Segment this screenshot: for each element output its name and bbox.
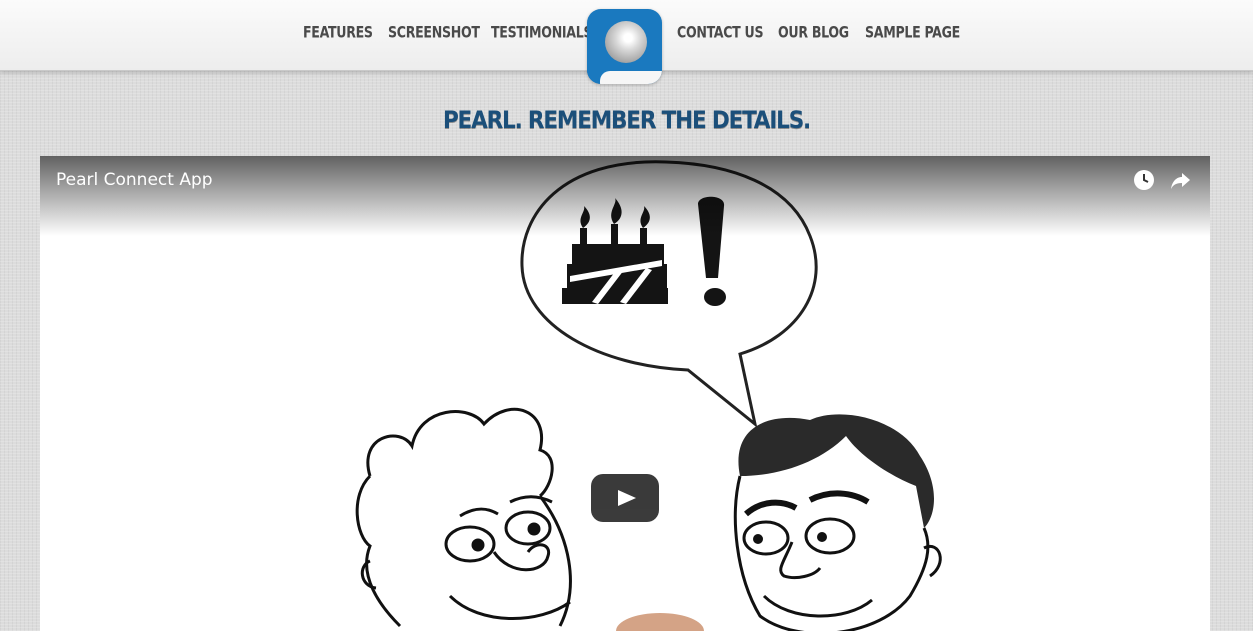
nav-testimonials[interactable]: TESTIMONIALS — [491, 24, 593, 49]
nav-screenshot[interactable]: SCREENSHOT — [388, 24, 480, 49]
pearl-logo-icon[interactable] — [587, 9, 662, 84]
logo-cutout — [600, 71, 662, 84]
logo-stem — [587, 61, 600, 84]
video-title-gradient — [40, 156, 1210, 236]
video-player[interactable]: Pearl Connect App — [40, 156, 1210, 631]
nav-contact-us[interactable]: CONTACT US — [677, 24, 764, 49]
pearl-icon — [605, 21, 647, 63]
nav-features[interactable]: FEATURES — [303, 24, 373, 49]
page-headline: PEARL. REMEMBER THE DETAILS. — [442, 106, 811, 134]
video-title[interactable]: Pearl Connect App — [56, 170, 213, 190]
watch-later-icon[interactable] — [1133, 169, 1155, 191]
left-cartoon-man — [355, 407, 572, 628]
nav-sample-page[interactable]: SAMPLE PAGE — [865, 24, 960, 49]
share-icon[interactable] — [1170, 169, 1192, 191]
nav-our-blog[interactable]: OUR BLOG — [778, 24, 849, 49]
play-icon — [618, 490, 636, 506]
drawing-hand — [616, 613, 704, 631]
play-button[interactable] — [591, 474, 659, 522]
right-cartoon-man — [733, 414, 942, 631]
